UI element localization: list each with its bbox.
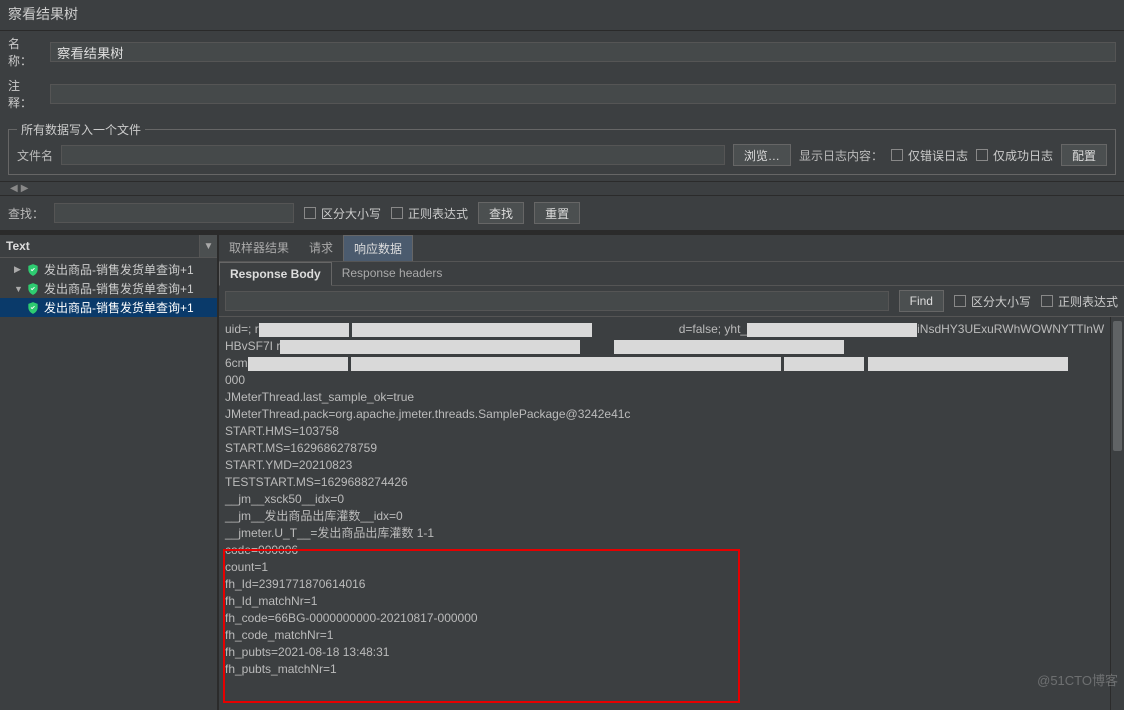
tree-item-label: 发出商品-销售发货单查询+1 bbox=[44, 299, 194, 316]
success-shield-icon bbox=[26, 301, 40, 315]
show-log-label: 显示日志内容： bbox=[799, 147, 883, 164]
tree-renderer-label: Text bbox=[0, 235, 199, 257]
tree-item[interactable]: ▶ 发出商品-销售发货单查询+1 bbox=[0, 260, 217, 279]
watermark: @51CTO博客 bbox=[1037, 670, 1118, 689]
file-output-fieldset: 所有数据写入一个文件 文件名 浏览… 显示日志内容： 仅错误日志 仅成功日志 配… bbox=[8, 121, 1116, 175]
search-label: 查找： bbox=[8, 205, 44, 222]
response-find-regex-checkbox[interactable]: 正则表达式 bbox=[1041, 293, 1118, 310]
filename-label: 文件名 bbox=[17, 147, 53, 164]
response-body-text[interactable]: uid=; r d=false; yht_iNsdHY3UExuRWhWOWNY… bbox=[219, 317, 1124, 710]
success-shield-icon bbox=[26, 263, 40, 277]
pane-title: 察看结果树 bbox=[0, 0, 1124, 31]
filename-input[interactable] bbox=[61, 145, 725, 165]
tree-renderer-selector[interactable]: Text ▼ bbox=[0, 235, 217, 258]
tree-item-label: 发出商品-销售发货单查询+1 bbox=[44, 261, 194, 278]
dropdown-icon: ▼ bbox=[199, 235, 217, 257]
comment-label: 注释： bbox=[8, 77, 42, 111]
file-output-legend: 所有数据写入一个文件 bbox=[17, 121, 145, 138]
tree-item-label: 发出商品-销售发货单查询+1 bbox=[44, 280, 194, 297]
scrollbar-thumb[interactable] bbox=[1113, 321, 1122, 451]
collapse-icon: ▼ bbox=[14, 284, 22, 294]
tab-request[interactable]: 请求 bbox=[299, 235, 343, 261]
name-row: 名称： bbox=[0, 31, 1124, 73]
scroll-left-icon: ◀ bbox=[10, 183, 18, 194]
search-input[interactable] bbox=[54, 203, 294, 223]
response-sub-tabs: Response Body Response headers bbox=[219, 262, 1124, 286]
vertical-scrollbar[interactable] bbox=[1110, 317, 1124, 710]
success-shield-icon bbox=[26, 282, 40, 296]
tree-item[interactable]: ▼ 发出商品-销售发货单查询+1 bbox=[0, 279, 217, 298]
result-tree-pane: Text ▼ ▶ 发出商品-销售发货单查询+1 ▼ 发出商品-销售发货单查询+1 bbox=[0, 235, 219, 710]
search-reset-button[interactable]: 重置 bbox=[534, 202, 580, 224]
comment-row: 注释： bbox=[0, 73, 1124, 115]
horizontal-scroll-hint[interactable]: ◀ ▶ bbox=[0, 181, 1124, 195]
search-bar: 查找： 区分大小写 正则表达式 查找 重置 bbox=[0, 195, 1124, 231]
tab-response-body[interactable]: Response Body bbox=[219, 262, 332, 286]
detail-pane: 取样器结果 请求 响应数据 Response Body Response hea… bbox=[219, 235, 1124, 710]
browse-button[interactable]: 浏览… bbox=[733, 144, 791, 166]
only-error-checkbox[interactable]: 仅错误日志 bbox=[891, 147, 968, 164]
tree-item[interactable]: 发出商品-销售发货单查询+1 bbox=[0, 298, 217, 317]
name-input[interactable] bbox=[50, 42, 1116, 62]
response-find-input[interactable] bbox=[225, 291, 889, 311]
expand-icon: ▶ bbox=[14, 264, 22, 275]
configure-button[interactable]: 配置 bbox=[1061, 144, 1107, 166]
comment-input[interactable] bbox=[50, 84, 1116, 104]
search-find-button[interactable]: 查找 bbox=[478, 202, 524, 224]
search-case-checkbox[interactable]: 区分大小写 bbox=[304, 205, 381, 222]
scroll-right-icon: ▶ bbox=[21, 183, 29, 194]
name-label: 名称： bbox=[8, 35, 42, 69]
response-find-bar: Find 区分大小写 正则表达式 bbox=[219, 286, 1124, 317]
detail-tabs: 取样器结果 请求 响应数据 bbox=[219, 235, 1124, 262]
tab-response-data[interactable]: 响应数据 bbox=[343, 235, 413, 261]
response-find-case-checkbox[interactable]: 区分大小写 bbox=[954, 293, 1031, 310]
tab-sampler-result[interactable]: 取样器结果 bbox=[219, 235, 299, 261]
only-success-checkbox[interactable]: 仅成功日志 bbox=[976, 147, 1053, 164]
tab-response-headers[interactable]: Response headers bbox=[332, 262, 453, 285]
response-find-button[interactable]: Find bbox=[899, 290, 944, 312]
search-regex-checkbox[interactable]: 正则表达式 bbox=[391, 205, 468, 222]
